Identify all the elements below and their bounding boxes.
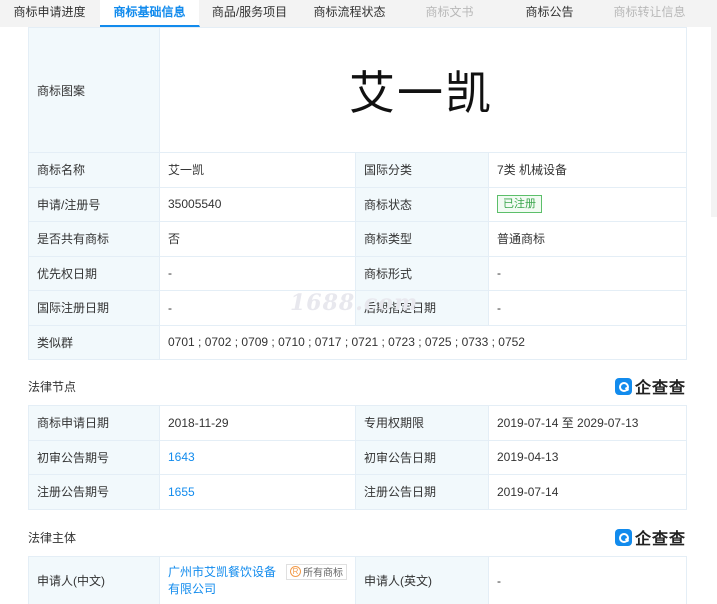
reg-no-value: 35005540 [159,186,356,222]
intl-class-value: 7类 机械设备 [487,152,688,188]
reg-no-label: 申请/注册号 [28,186,160,222]
legal-subject-table: 申请人(中文) 广州市艾凯餐饮设备有限公司 R 所有商标 申请人(英文) - [28,556,687,604]
late-designation-label: 后期指定日期 [355,290,489,326]
qichacha-search-icon [614,377,632,395]
tab-documents[interactable]: 商标文书 [400,0,500,27]
status-badge: 已注册 [497,195,542,214]
prelim-no-link[interactable]: 1643 [168,450,195,464]
type-value: 普通商标 [487,221,688,257]
tab-transfer-info[interactable]: 商标转让信息 [600,0,700,27]
table-row: 申请/注册号 35005540 商标状态 已注册 [28,186,688,222]
table-row: 商标名称 艾一凯 国际分类 7类 机械设备 [28,152,688,188]
qichacha-brand-text: 企查查 [634,380,686,397]
table-row: 初审公告期号 1643 初审公告日期 2019-04-13 [28,439,687,475]
similar-group-label: 类似群 [28,324,160,360]
tab-basic-info[interactable]: 商标基础信息 [100,0,200,27]
applicant-cn-cell: 广州市艾凯餐饮设备有限公司 R 所有商标 [159,556,356,604]
table-row: 国际注册日期 - 后期指定日期 - [28,290,688,326]
exclusive-term-label: 专用权期限 [355,405,489,441]
shared-value: 否 [159,221,356,257]
status-cell: 已注册 [487,186,688,222]
subject-section-title: 法律主体 [28,531,77,545]
qichacha-logo[interactable]: 企查查 [614,526,686,548]
name-value: 艾一凯 [159,152,356,188]
shared-label: 是否共有商标 [28,221,160,257]
applicant-en-value: - [488,556,687,604]
type-label: 商标类型 [355,221,489,257]
tab-process-status[interactable]: 商标流程状态 [300,0,400,27]
trademark-logo-cell: 艾一凯 [158,27,688,153]
reg-announce-no-cell: 1655 [159,474,356,510]
apply-date-label: 商标申请日期 [28,405,160,441]
reg-announce-date-value: 2019-07-14 [488,474,687,510]
all-trademarks-button[interactable]: R 所有商标 [286,563,347,580]
table-row: 注册公告期号 1655 注册公告日期 2019-07-14 [28,474,687,510]
intl-class-label: 国际分类 [355,152,489,188]
reg-announce-no-label: 注册公告期号 [28,474,160,510]
subject-section-header: 法律主体 企查查 [28,526,686,548]
apply-date-value: 2018-11-29 [159,405,356,441]
table-row: 是否共有商标 否 商标类型 普通商标 [28,221,688,257]
applicant-en-label: 申请人(英文) [355,556,489,604]
legal-nodes-table: 商标申请日期 2018-11-29 专用权期限 2019-07-14 至 202… [28,405,687,510]
form-value: - [487,255,688,291]
status-label: 商标状态 [355,186,489,222]
tab-application-progress[interactable]: 商标申请进度 [0,0,100,27]
prelim-no-label: 初审公告期号 [28,439,160,475]
reg-announce-date-label: 注册公告日期 [355,474,489,510]
name-label: 商标名称 [28,152,160,188]
priority-value: - [159,255,356,291]
intl-reg-label: 国际注册日期 [28,290,160,326]
similar-group-value: 0701 ; 0702 ; 0709 ; 0710 ; 0717 ; 0721 … [158,324,688,360]
all-trademarks-label: 所有商标 [303,568,343,579]
trademark-logo: 艾一凯 [349,66,494,120]
qichacha-search-icon [614,528,632,546]
form-label: 商标形式 [355,255,489,291]
qichacha-logo[interactable]: 企查查 [614,375,686,397]
qichacha-brand-text: 企查查 [634,531,686,548]
applicant-company-link[interactable]: 广州市艾凯餐饮设备有限公司 [168,564,282,598]
table-row: 申请人(中文) 广州市艾凯餐饮设备有限公司 R 所有商标 申请人(英文) - [28,556,687,604]
prelim-no-cell: 1643 [159,439,356,475]
tab-announcements[interactable]: 商标公告 [500,0,600,27]
basic-info-table: 商标图案 艾一凯 商标名称 艾一凯 国际分类 7类 机械设备 申请/注册号 35… [28,27,688,360]
legal-section-header: 法律节点 企查查 [28,375,686,397]
applicant-cn-label: 申请人(中文) [28,556,160,604]
exclusive-term-value: 2019-07-14 至 2029-07-13 [488,405,687,441]
legal-section-title: 法律节点 [28,380,77,394]
intl-reg-value: - [159,290,356,326]
late-designation-value: - [487,290,688,326]
priority-label: 优先权日期 [28,255,160,291]
prelim-date-value: 2019-04-13 [488,439,687,475]
table-row: 优先权日期 - 商标形式 - [28,255,688,291]
tab-bar: 商标申请进度 商标基础信息 商品/服务项目 商标流程状态 商标文书 商标公告 商… [0,0,717,27]
table-row: 商标申请日期 2018-11-29 专用权期限 2019-07-14 至 202… [28,405,687,441]
registered-mark-icon: R [290,566,301,577]
logo-label: 商标图案 [28,27,160,153]
table-row: 类似群 0701 ; 0702 ; 0709 ; 0710 ; 0717 ; 0… [28,324,688,360]
scrollbar-track[interactable] [711,27,717,217]
reg-announce-no-link[interactable]: 1655 [168,485,195,499]
prelim-date-label: 初审公告日期 [355,439,489,475]
tab-goods-services[interactable]: 商品/服务项目 [200,0,300,27]
